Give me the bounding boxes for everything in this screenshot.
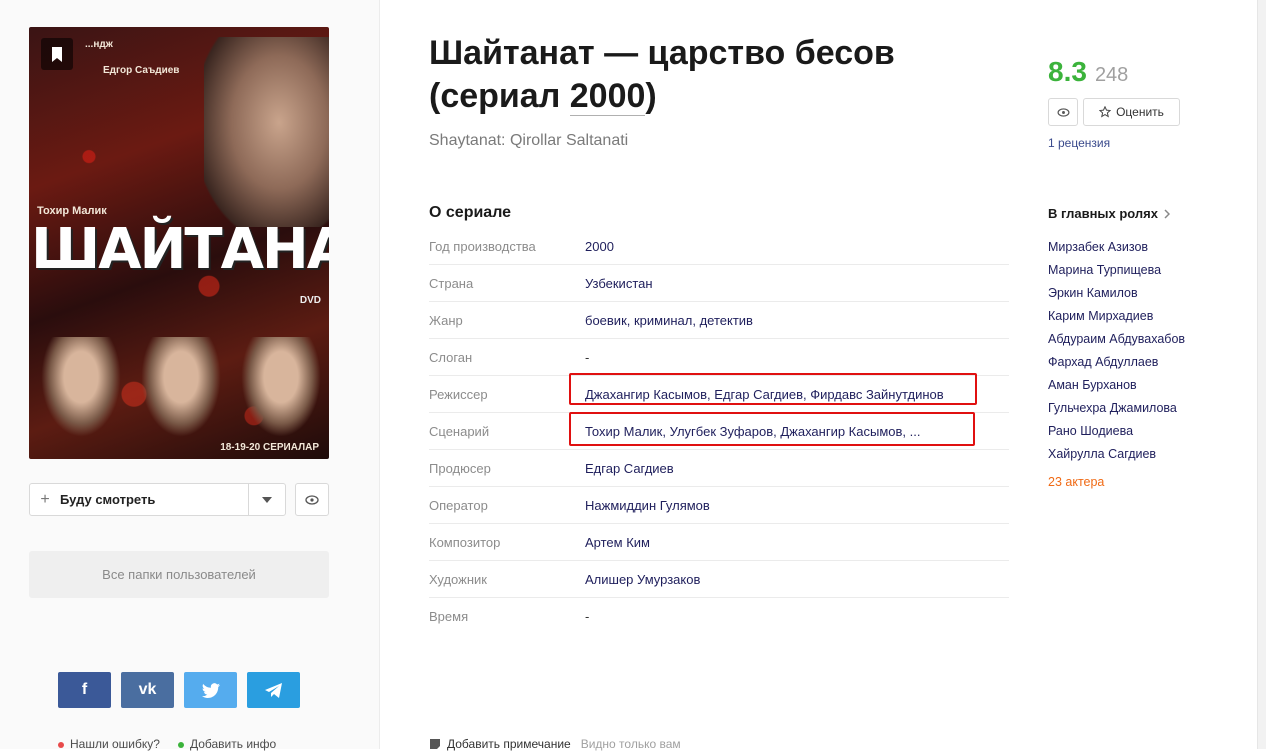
info-row-operator: Оператор Нажмиддин Гулямов [429, 487, 1009, 524]
rating-votes: 248 [1094, 64, 1129, 86]
info-row-year: Год производства 2000 [429, 228, 1009, 265]
poster-top-credit: ...ндж [85, 39, 113, 50]
actor-link[interactable]: Мирзабек Азизов [1048, 236, 1185, 259]
telegram-icon [264, 682, 282, 698]
facebook-icon: f [81, 681, 88, 698]
bookmark-icon [52, 46, 62, 62]
will-watch-button[interactable]: + Буду смотреть [29, 483, 286, 516]
about-heading: О сериале [429, 204, 512, 221]
title-suffix: ) [645, 77, 657, 115]
info-row-artist: Художник Алишер Умурзаков [429, 561, 1009, 598]
mark-watched-button[interactable] [1048, 98, 1078, 126]
info-key: Год производства [429, 238, 536, 254]
more-actors-link[interactable]: 23 актера [1048, 475, 1104, 489]
reviews-link[interactable]: 1 рецензия [1048, 136, 1110, 150]
actor-link[interactable]: Абдураим Абдувахабов [1048, 328, 1185, 351]
info-row-duration: Время - [429, 598, 1009, 634]
eye-icon [305, 494, 319, 505]
cast-list: Мирзабек Азизов Марина Турпищева Эркин К… [1048, 236, 1185, 466]
original-title: Shaytanat: Qirollar Saltanati [429, 132, 629, 149]
info-value-link[interactable]: боевик, криминал, детектив [585, 313, 753, 328]
facebook-button[interactable]: f [58, 672, 111, 708]
poster-face [141, 337, 221, 437]
highlight-box-director [569, 373, 977, 405]
info-value-link[interactable]: Узбекистан [585, 276, 653, 291]
actor-link[interactable]: Карим Мирхадиев [1048, 305, 1185, 328]
poster-title: ШАЙТАНАТ [31, 217, 329, 282]
title-prefix: (сериал [429, 77, 570, 115]
info-value-link[interactable]: Нажмиддин Гулямов [585, 498, 710, 513]
poster-main-face [204, 37, 329, 227]
info-key: Режиссер [429, 386, 488, 402]
plus-icon: + [40, 490, 50, 508]
all-folders-button[interactable]: Все папки пользователей [29, 551, 329, 598]
info-value: - [585, 349, 590, 365]
poster-director-credit: Едгор Саъдиев [103, 65, 180, 76]
info-key: Время [429, 608, 469, 624]
poster-face [241, 337, 321, 437]
info-key: Продюсер [429, 460, 491, 476]
will-watch-label: Буду смотреть [60, 492, 156, 507]
actor-link[interactable]: Рано Шодиева [1048, 420, 1185, 443]
chevron-right-icon [1164, 208, 1170, 219]
eye-icon [1057, 107, 1069, 117]
info-value-link[interactable]: 2000 [585, 239, 614, 254]
info-row-composer: Композитор Артем Ким [429, 524, 1009, 561]
highlight-box-screenplay [569, 412, 975, 446]
rating-score[interactable]: 8.3 [1048, 56, 1087, 88]
bookmark-button[interactable] [41, 38, 73, 70]
info-key: Жанр [429, 312, 463, 328]
all-folders-label: Все папки пользователей [102, 567, 256, 582]
poster-face [41, 337, 121, 437]
info-value-link[interactable]: Алишер Умурзаков [585, 572, 700, 587]
vk-button[interactable]: vk [121, 672, 174, 708]
note-icon [430, 739, 440, 749]
info-key: Слоган [429, 349, 473, 365]
rate-label: Оценить [1116, 105, 1164, 119]
green-dot-icon [177, 741, 184, 748]
info-key: Страна [429, 275, 474, 291]
title-year-link[interactable]: 2000 [569, 77, 646, 116]
star-icon [1099, 106, 1112, 118]
cast-heading: В главных ролях [1048, 206, 1158, 221]
info-value-link[interactable]: Едгар Сагдиев [585, 461, 674, 476]
poster-dvd-label: DVD [299, 295, 321, 306]
scrollbar-track[interactable] [1257, 0, 1266, 749]
actor-link[interactable]: Хайрулла Сагдиев [1048, 443, 1185, 466]
info-key: Сценарий [429, 423, 490, 439]
info-row-producer: Продюсер Едгар Сагдиев [429, 450, 1009, 487]
info-key: Композитор [429, 534, 501, 550]
chevron-down-icon [262, 496, 272, 503]
info-row-country: Страна Узбекистан [429, 265, 1009, 302]
info-value-link[interactable]: Артем Ким [585, 535, 650, 550]
cast-heading-link[interactable]: В главных ролях [1048, 206, 1170, 221]
poster-faces [41, 327, 321, 437]
social-share: f vk [58, 672, 300, 708]
folder-dropdown-button[interactable] [249, 496, 285, 503]
actor-link[interactable]: Марина Турпищева [1048, 259, 1185, 282]
rating: 8.3 248 [1048, 56, 1128, 88]
telegram-button[interactable] [247, 672, 300, 708]
page-title: Шайтанат — царство бесов (сериал 2000) [429, 32, 989, 118]
info-row-slogan: Слоган - [429, 339, 1009, 376]
title-main: Шайтанат — царство бесов [429, 34, 895, 72]
info-value: - [585, 608, 590, 624]
actor-link[interactable]: Эркин Камилов [1048, 282, 1185, 305]
info-row-genre: Жанр боевик, криминал, детектив [429, 302, 1009, 339]
poster-image[interactable]: ...ндж Едгор Саъдиев Тохир Малик ШАЙТАНА… [29, 27, 329, 459]
twitter-button[interactable] [184, 672, 237, 708]
info-key: Художник [429, 571, 487, 587]
poster-writer-credit: Тохир Малик [37, 205, 107, 217]
vk-icon: vk [138, 681, 157, 698]
actor-link[interactable]: Фархад Абдуллаев [1048, 351, 1185, 374]
twitter-icon [201, 682, 220, 698]
poster-episodes-credit: 18-19-20 СЕРИАЛАР [220, 442, 319, 453]
watched-button[interactable] [295, 483, 329, 516]
rate-button[interactable]: Оценить [1083, 98, 1180, 126]
actor-link[interactable]: Гульчехра Джамилова [1048, 397, 1185, 420]
info-key: Оператор [429, 497, 488, 513]
actor-link[interactable]: Аман Бурханов [1048, 374, 1185, 397]
red-dot-icon [58, 741, 64, 748]
